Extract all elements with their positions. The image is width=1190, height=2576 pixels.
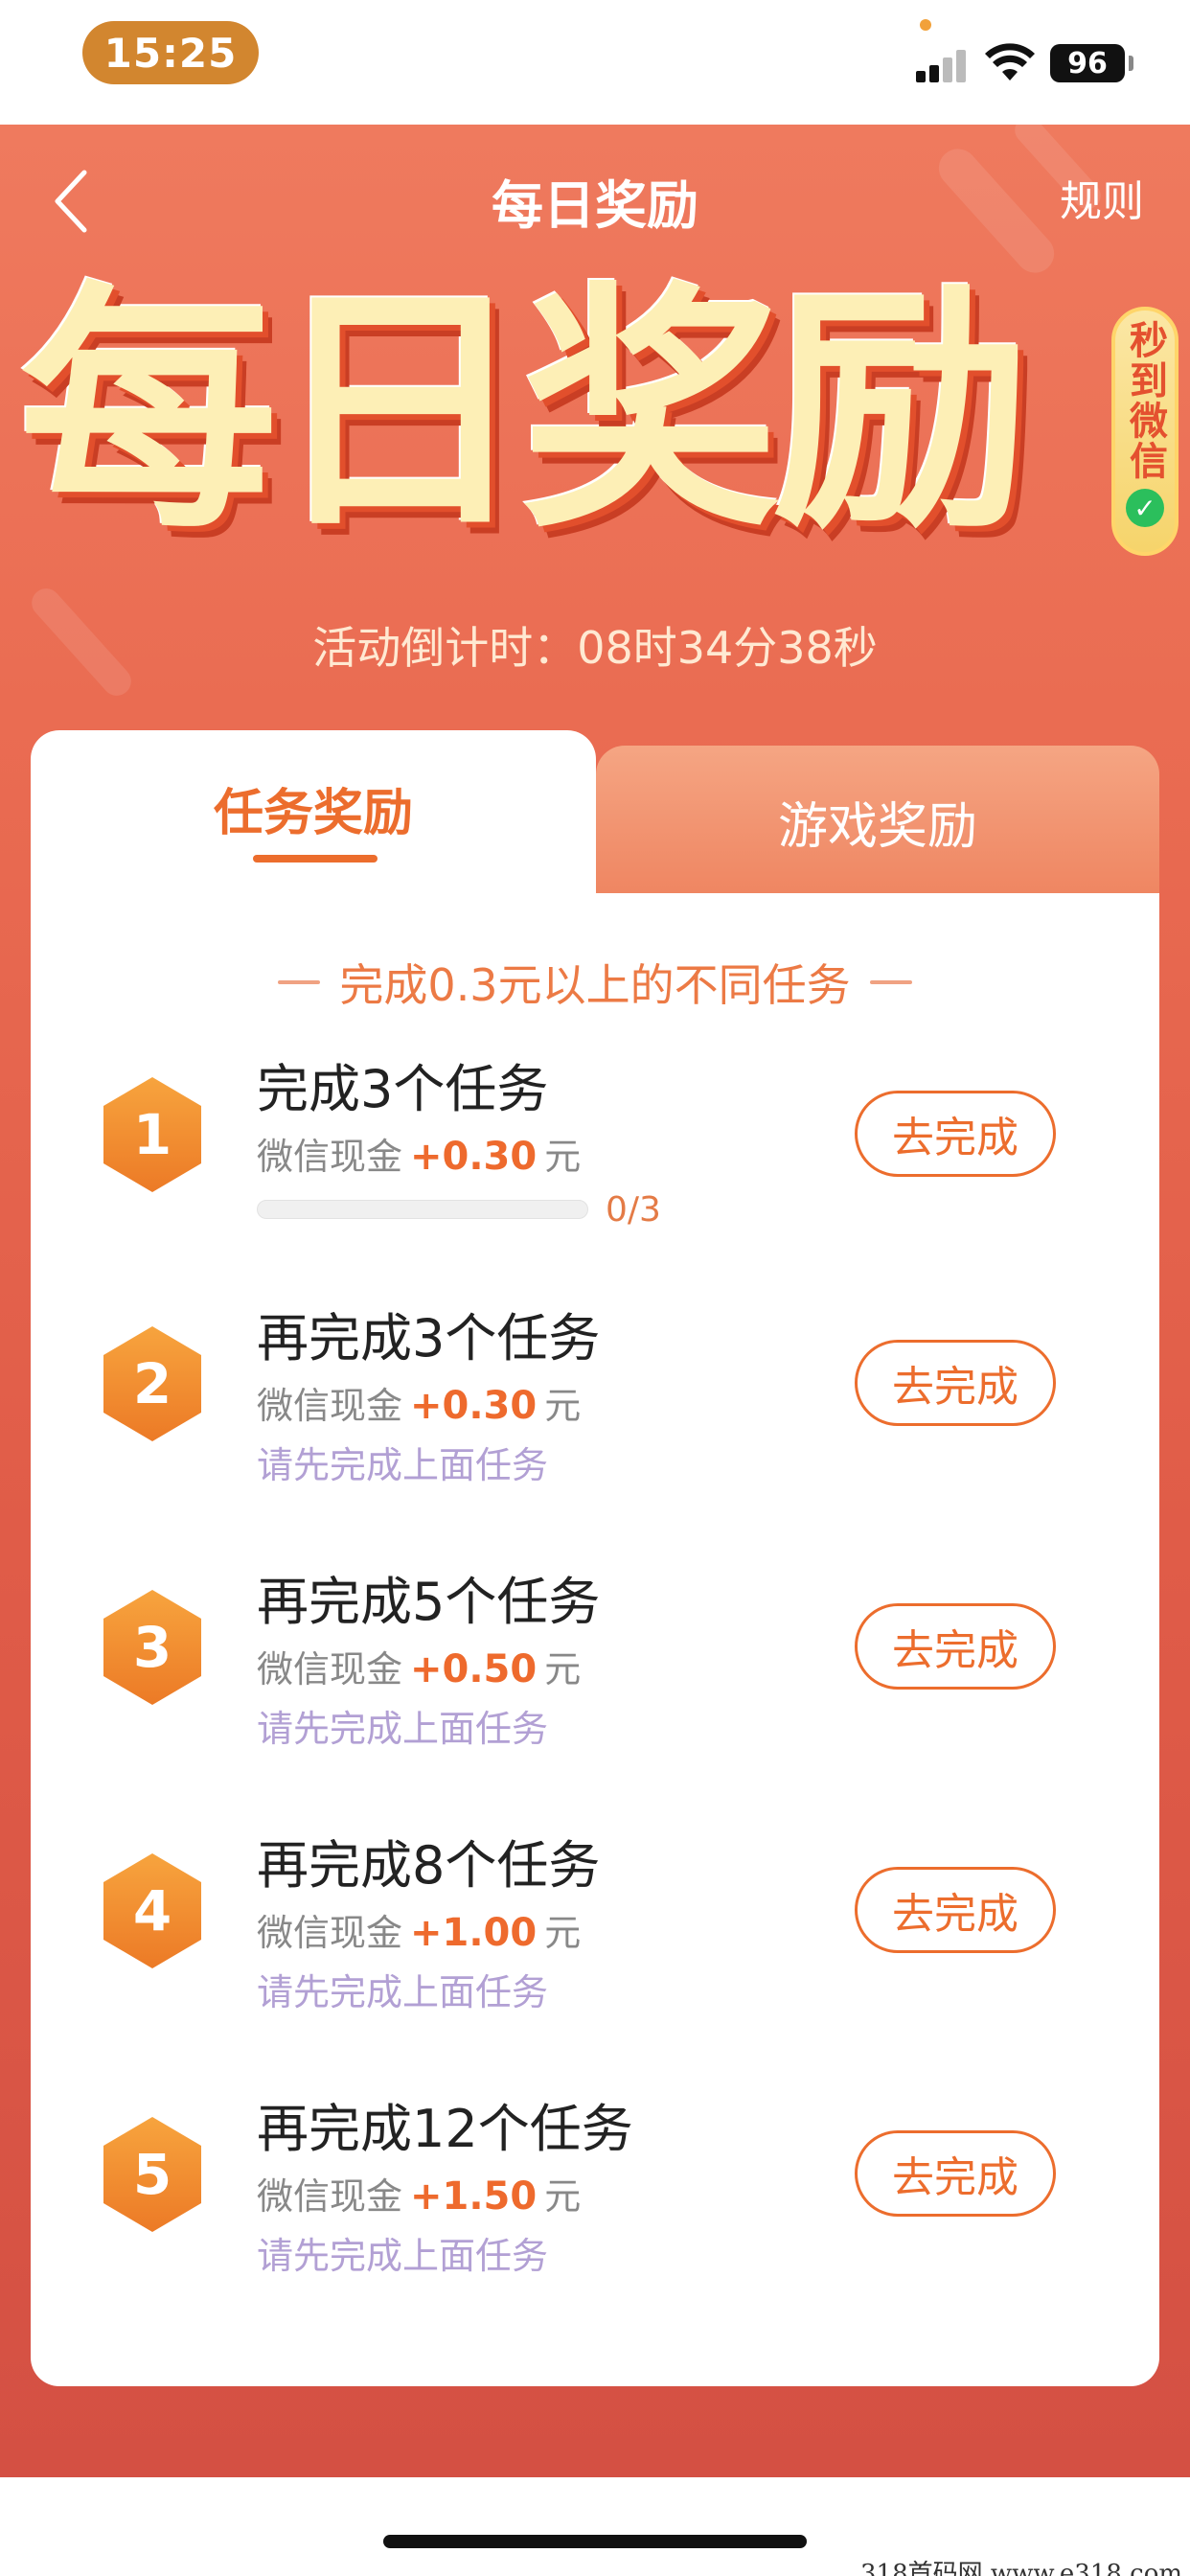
status-time: 15:25 (82, 21, 259, 84)
divider-dash (278, 980, 321, 984)
go-complete-button[interactable]: 去完成 (855, 1340, 1056, 1426)
go-complete-button[interactable]: 去完成 (855, 1867, 1056, 1953)
task-title: 再完成12个任务 (257, 2099, 633, 2159)
reward-label: 微信现金 (257, 2175, 403, 2218)
reward-amount: +0.50 (410, 1647, 538, 1691)
task-reward: 微信现金 +1.50 元 (257, 2167, 581, 2220)
instant-wechat-badge: 秒到微信 ✓ (1111, 307, 1179, 556)
reward-card: 任务奖励 游戏奖励 完成0.3元以上的不同任务 1 完成3个任务 微信现金 +0.… (31, 730, 1159, 2386)
task-item: 2 再完成3个任务 微信现金 +0.30 元 请先完成上面任务 去完成 (31, 1276, 1159, 1497)
reward-amount: +1.00 (410, 1911, 538, 1955)
divider-dash (869, 980, 912, 984)
reward-label: 微信现金 (257, 1385, 403, 1427)
step-number-badge: 4 (100, 1852, 205, 1970)
hero-title: 每日奖励 (19, 268, 1092, 556)
go-complete-button[interactable]: 去完成 (855, 1091, 1056, 1177)
step-number: 3 (132, 1615, 172, 1680)
go-complete-button[interactable]: 去完成 (855, 1603, 1056, 1690)
task-item: 1 完成3个任务 微信现金 +0.30 元 0/3 去完成 (31, 1027, 1159, 1248)
tab-game-rewards-label[interactable]: 游戏奖励 (596, 786, 1159, 858)
step-number: 1 (132, 1102, 172, 1167)
hero-title-text: 每日奖励 (19, 261, 1031, 563)
rules-link[interactable]: 规则 (1060, 167, 1144, 228)
reward-unit: 元 (544, 1648, 582, 1690)
home-indicator[interactable] (383, 2535, 807, 2548)
go-complete-button[interactable]: 去完成 (855, 2130, 1056, 2217)
privacy-indicator-dot (920, 19, 931, 31)
step-number: 5 (132, 2142, 172, 2207)
reward-unit: 元 (544, 1385, 582, 1427)
section-title: 完成0.3元以上的不同任务 (31, 951, 1159, 1014)
task-reward: 微信现金 +0.50 元 (257, 1640, 581, 1692)
page-title: 每日奖励 (492, 175, 698, 236)
countdown-timer: 活动倒计时：08时34分38秒 (312, 622, 878, 674)
step-number-badge: 5 (100, 2115, 205, 2234)
battery-tip (1129, 56, 1133, 71)
task-list-panel: 完成0.3元以上的不同任务 1 完成3个任务 微信现金 +0.30 元 0/3 去完… (31, 893, 1159, 2386)
progress-count: 0/3 (606, 1190, 661, 1230)
task-locked-hint: 请先完成上面任务 (257, 2235, 549, 2277)
reward-unit: 元 (544, 1912, 582, 1954)
reward-label: 微信现金 (257, 1648, 403, 1690)
reward-unit: 元 (544, 1136, 582, 1178)
status-bar: 15:25 96 (0, 0, 1190, 125)
task-locked-hint: 请先完成上面任务 (257, 1971, 549, 2013)
reward-amount: +0.30 (410, 1135, 538, 1179)
main-background: 每日奖励 规则 每日奖励 秒到微信 ✓ 活动倒计时：08时34分38秒 任务奖励… (0, 125, 1190, 2477)
reward-label: 微信现金 (257, 1136, 403, 1178)
task-title: 完成3个任务 (257, 1059, 549, 1119)
tab-task-rewards-label[interactable]: 任务奖励 (31, 772, 596, 844)
reward-label: 微信现金 (257, 1912, 403, 1954)
battery-icon: 96 (1050, 44, 1125, 82)
step-number-badge: 2 (100, 1324, 205, 1443)
task-title: 再完成5个任务 (257, 1572, 601, 1632)
task-progress-bar (257, 1200, 588, 1219)
section-title-text: 完成0.3元以上的不同任务 (339, 959, 851, 1011)
tab-active-indicator (253, 855, 378, 862)
task-locked-hint: 请先完成上面任务 (257, 1708, 549, 1750)
cellular-signal-icon (916, 48, 970, 82)
step-number: 2 (132, 1351, 172, 1416)
badge-text: 秒到微信 (1123, 320, 1167, 481)
reward-amount: +1.50 (410, 2174, 538, 2219)
task-reward: 微信现金 +0.30 元 (257, 1127, 581, 1180)
task-item: 5 再完成12个任务 微信现金 +1.50 元 请先完成上面任务 去完成 (31, 2067, 1159, 2288)
task-title: 再完成8个任务 (257, 1835, 601, 1896)
step-number: 4 (132, 1878, 172, 1944)
task-locked-hint: 请先完成上面任务 (257, 1444, 549, 1486)
wifi-icon (985, 43, 1035, 80)
task-item: 4 再完成8个任务 微信现金 +1.00 元 请先完成上面任务 去完成 (31, 1804, 1159, 2024)
task-title: 再完成3个任务 (257, 1308, 601, 1368)
check-icon: ✓ (1126, 489, 1164, 527)
watermark: 318首码网 www.e318.com (860, 2560, 1182, 2576)
step-number-badge: 1 (100, 1075, 205, 1194)
bottom-safe-area: 318首码网 www.e318.com (0, 2477, 1190, 2576)
step-number-badge: 3 (100, 1588, 205, 1707)
reward-unit: 元 (544, 2175, 582, 2218)
task-item: 3 再完成5个任务 微信现金 +0.50 元 请先完成上面任务 去完成 (31, 1540, 1159, 1760)
task-reward: 微信现金 +1.00 元 (257, 1903, 581, 1956)
task-reward: 微信现金 +0.30 元 (257, 1376, 581, 1429)
reward-amount: +0.30 (410, 1384, 538, 1428)
